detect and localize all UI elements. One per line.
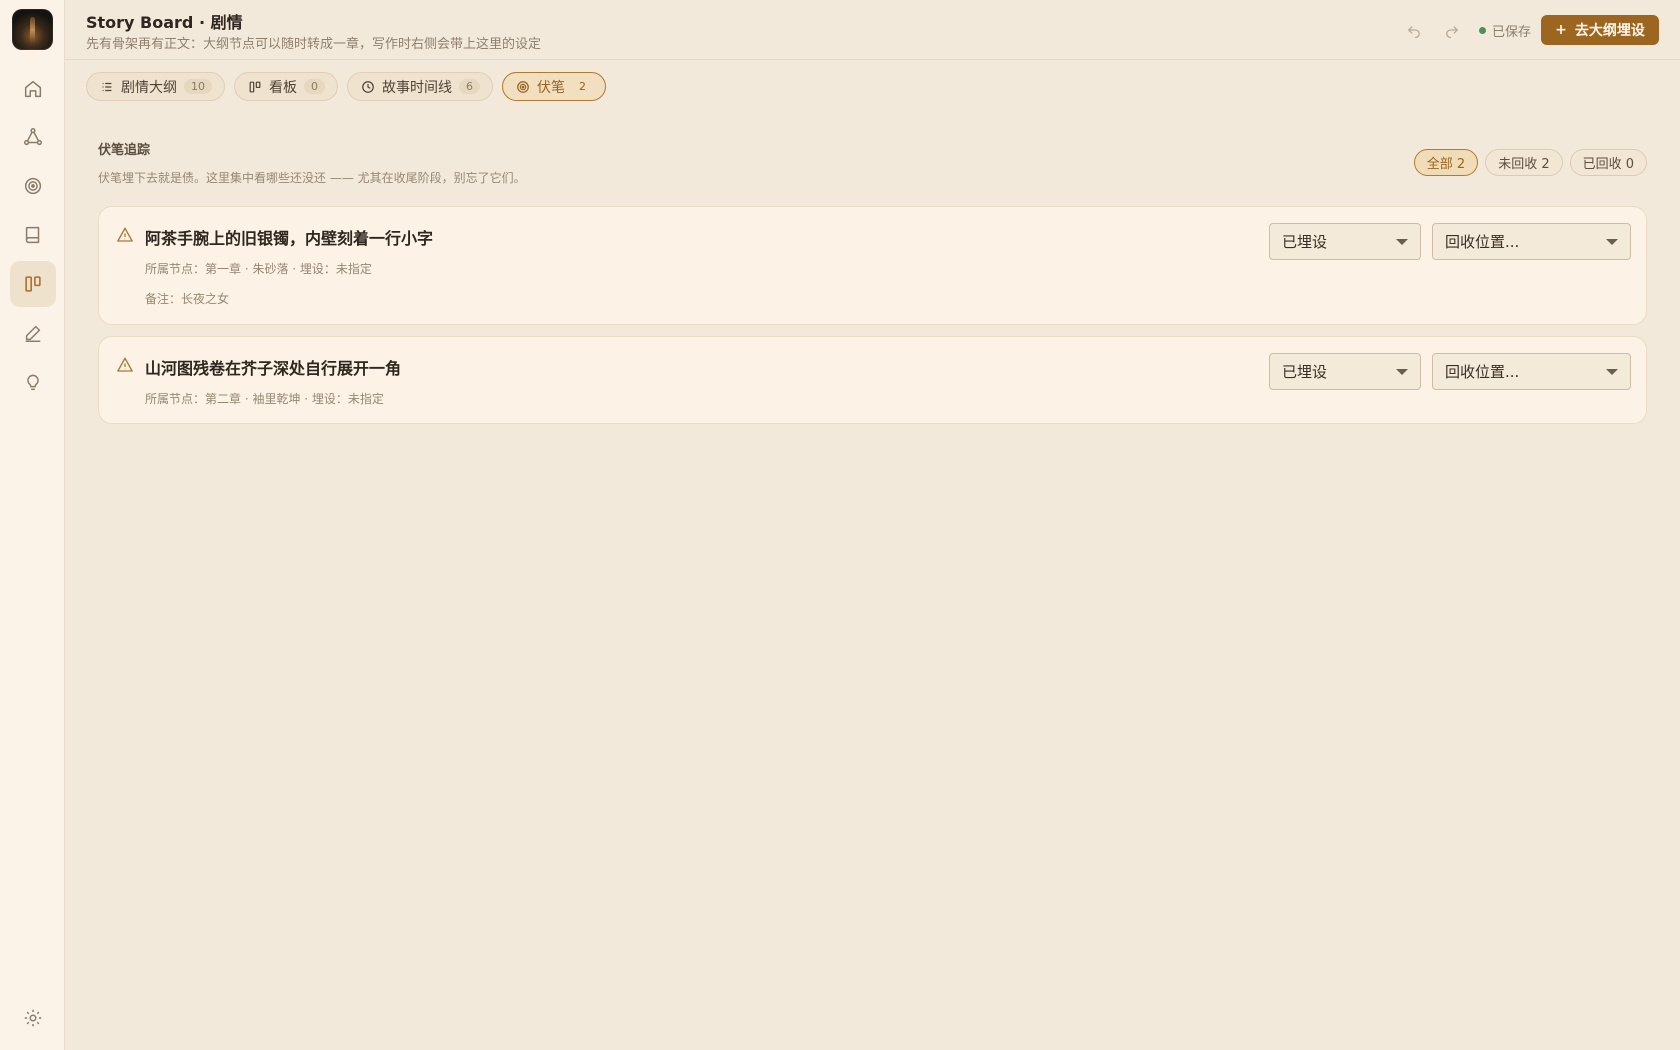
sidebar [0,0,65,1050]
filter-recovered[interactable]: 已回收 0 [1569,149,1647,176]
warning-icon [117,357,133,372]
header: Story Board · 剧情 先有骨架再有正文：大纲节点可以随时转成一章，写… [65,0,1680,60]
save-status: 已保存 [1479,21,1531,40]
warning-icon [117,227,133,242]
chevron-down-icon [1396,369,1408,375]
sidebar-item-graph[interactable] [10,114,56,160]
tab-count: 10 [184,79,212,94]
undo-button[interactable] [1404,20,1424,40]
tab-foreshadow[interactable]: 伏笔 2 [502,72,606,101]
recall-position-select[interactable]: 回收位置... [1432,353,1631,390]
gear-icon [24,1009,42,1027]
sidebar-item-book[interactable] [10,212,56,258]
chevron-down-icon [1606,369,1618,375]
redo-icon [1446,26,1458,39]
tab-count: 2 [579,80,586,93]
sidebar-item-board[interactable] [10,261,56,307]
graph-icon [24,128,42,146]
undo-icon [1408,26,1420,39]
chevron-down-icon [1606,239,1618,245]
filter-all[interactable]: 全部 2 [1413,149,1479,176]
foreshadow-note: 备注：长夜之女 [145,292,230,306]
tab-timeline[interactable]: 故事时间线 6 [347,72,493,101]
tab-label: 剧情大纲 [121,79,177,96]
lightbulb-icon [27,374,39,391]
goto-outline-button[interactable]: + 去大纲埋设 [1541,15,1659,45]
tab-count: 0 [304,79,325,94]
list-icon [102,82,112,91]
sidebar-item-home[interactable] [10,66,56,112]
tab-bar: 剧情大纲 10 看板 0 故事时间线 6 伏笔 2 [86,72,606,101]
tab-label: 伏笔 [537,79,565,96]
section-description: 伏笔埋下去就是债。这里集中看哪些还没还 —— 尤其在收尾阶段，别忘了它们。 [98,171,526,185]
board-icon [25,276,41,292]
redo-button[interactable] [1442,20,1462,40]
sidebar-item-settings[interactable] [10,995,56,1041]
status-select[interactable]: 已埋设 [1269,223,1421,260]
target-icon [24,177,42,195]
tab-count: 6 [459,79,480,94]
chevron-down-icon [1396,239,1408,245]
tab-label: 看板 [269,79,297,96]
sidebar-item-target[interactable] [10,163,56,209]
section-title: 伏笔追踪 [98,143,151,158]
page-title: Story Board · 剧情 [86,13,243,32]
foreshadow-title: 山河图残卷在芥子深处自行展开一角 [145,359,402,378]
recall-position-select[interactable]: 回收位置... [1432,223,1631,260]
status-value: 已埋设 [1282,233,1328,251]
foreshadow-meta: 所属节点：第一章 · 朱砂落 · 埋设：未指定 [145,262,372,276]
sidebar-item-ideas[interactable] [10,359,56,405]
tab-board[interactable]: 看板 0 [234,72,338,101]
plus-icon: + [1555,22,1567,38]
saved-label: 已保存 [1492,25,1532,40]
status-select[interactable]: 已埋设 [1269,353,1421,390]
pen-icon [25,325,41,342]
foreshadow-meta: 所属节点：第二章 · 袖里乾坤 · 埋设：未指定 [145,392,384,406]
target-icon [517,80,529,93]
home-icon [24,80,42,98]
goto-outline-label: 去大纲埋设 [1574,23,1645,39]
foreshadow-card: 阿茶手腕上的旧银镯，内壁刻着一行小字 所属节点：第一章 · 朱砂落 · 埋设：未… [98,206,1647,325]
board-icon [249,81,261,92]
clock-icon [362,80,374,93]
tab-outline[interactable]: 剧情大纲 10 [86,72,225,101]
status-value: 已埋设 [1282,363,1328,381]
foreshadow-title: 阿茶手腕上的旧银镯，内壁刻着一行小字 [145,229,434,248]
foreshadow-card: 山河图残卷在芥子深处自行展开一角 所属节点：第二章 · 袖里乾坤 · 埋设：未指… [98,336,1647,424]
book-icon [25,226,40,244]
page-subtitle: 先有骨架再有正文：大纲节点可以随时转成一章，写作时右侧会带上这里的设定 [86,37,542,52]
app-logo[interactable] [12,9,53,50]
filter-group: 全部 2 未回收 2 已回收 0 [1413,149,1647,176]
tab-label: 故事时间线 [382,79,452,96]
filter-unrecovered[interactable]: 未回收 2 [1485,149,1563,176]
sidebar-item-write[interactable] [10,310,56,356]
saved-dot [1479,27,1486,34]
recall-placeholder: 回收位置... [1445,233,1520,251]
recall-placeholder: 回收位置... [1445,363,1520,381]
